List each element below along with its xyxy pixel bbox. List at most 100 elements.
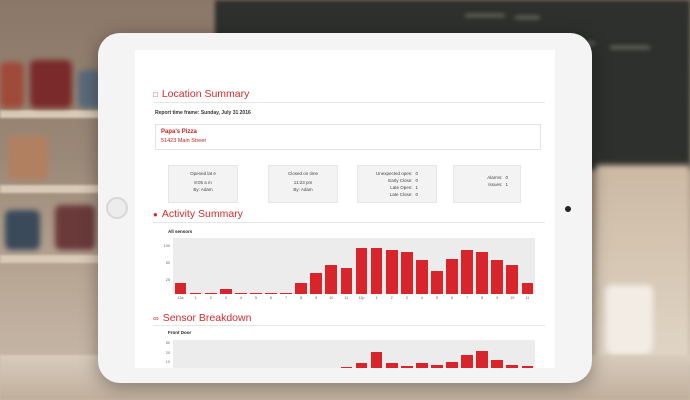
unexpected-stat-row: Unexpected open: 0	[358, 170, 436, 177]
x-tick-label: 11	[525, 296, 530, 300]
chart-bar	[204, 292, 217, 294]
chart-bar	[370, 248, 383, 294]
chart-bar	[476, 252, 489, 294]
alarms-card: Alarms: 0 Issues: 1	[453, 165, 521, 203]
activity-summary-heading: ● Activity Summary	[153, 208, 243, 220]
chart-bar	[415, 260, 428, 294]
location-summary-title: Location Summary	[161, 88, 250, 100]
closed-time: 11:23 pm	[293, 180, 313, 185]
y-tick-label: 50	[165, 341, 170, 346]
chart-bar	[461, 249, 473, 294]
unexpected-stat-value: 1	[415, 185, 419, 190]
unexpected-stat-value: 0	[415, 192, 419, 197]
y-tick-label: 50	[165, 261, 170, 266]
chart-bar	[189, 292, 202, 294]
chart-bar	[385, 363, 398, 368]
x-tick-label: 3	[405, 296, 408, 300]
chart-bar	[506, 265, 519, 294]
chart-bar	[446, 258, 458, 294]
chart-bar	[219, 288, 232, 294]
location-name: Papa's Pizza	[161, 129, 197, 135]
chart-bar	[491, 359, 504, 368]
report-screen: □ Location Summary Report time frame: Su…	[135, 50, 555, 368]
chart-bar	[295, 282, 308, 294]
chart-bar	[385, 249, 398, 294]
closed-card: Closed on time 11:23 pm By: Adam	[268, 165, 338, 203]
chart-bar	[521, 366, 534, 368]
home-button[interactable]	[106, 197, 128, 219]
x-tick-label: 6	[451, 296, 453, 300]
chart-bar	[340, 366, 353, 368]
x-tick-label: 7	[285, 296, 288, 300]
alarm-stat-row: Alarms: 0	[454, 174, 520, 181]
x-tick-label: 2	[209, 296, 212, 300]
x-tick-label: 8	[300, 296, 303, 300]
unexpected-stat-key: Unexpected open:	[375, 171, 413, 176]
alarm-stat-value: 1	[505, 182, 509, 187]
chart-bar	[491, 260, 504, 294]
chart-bar	[174, 282, 187, 294]
y-tick-label: 100	[163, 244, 170, 249]
chart-bar	[431, 365, 443, 368]
opened-label: Opened lat e	[190, 171, 216, 176]
unexpected-card: Unexpected open: 0 Early Close: 0 Late Open:…	[357, 165, 437, 203]
chart-bar	[461, 354, 473, 368]
unexpected-stat-key: Late Close:	[389, 192, 413, 197]
opened-card: Opened lat e 8:05 a m By: Adam	[168, 165, 238, 203]
x-tick-label: 4	[420, 296, 423, 300]
chart-bar	[234, 292, 247, 294]
location-address: 51423 Main Street	[161, 138, 206, 144]
chart-bar	[506, 365, 519, 368]
x-tick-label: 5	[254, 296, 257, 300]
chart-bar	[325, 265, 338, 294]
chart-bar	[355, 363, 368, 368]
closed-by: By: Adam	[293, 187, 313, 192]
chart-bar	[476, 351, 489, 368]
x-tick-label: 3	[224, 296, 227, 300]
divider	[153, 222, 545, 223]
x-tick-label: 7	[466, 296, 469, 300]
alarm-stat-value: 0	[505, 175, 509, 180]
activity-summary-title: Activity Summary	[161, 208, 243, 220]
chart-bar	[415, 363, 428, 368]
unexpected-stat-value: 0	[415, 171, 419, 176]
y-tick-label: 20	[165, 350, 170, 355]
closed-label: Closed on time	[287, 171, 318, 176]
chart-bar	[400, 366, 413, 368]
unexpected-stat-key: Early Close:	[388, 178, 413, 183]
location-summary-heading: □ Location Summary	[153, 88, 249, 100]
opened-time: 8:05 a m	[194, 180, 212, 185]
y-tick-label: 10	[165, 360, 170, 365]
x-tick-label: 1	[375, 296, 378, 300]
divider	[153, 325, 545, 326]
x-tick-label: 1	[194, 296, 197, 300]
chart-bar	[521, 282, 534, 294]
unexpected-stat-row: Late Close: 0	[358, 191, 436, 198]
chart-label-front-door: Front Door	[168, 330, 192, 335]
unexpected-stat-key: Late Open:	[390, 185, 413, 190]
chart-bar	[265, 292, 277, 294]
x-tick-label: 10	[329, 296, 334, 300]
chart-bar	[340, 268, 353, 294]
x-tick-label: 5	[435, 296, 438, 300]
chart-label-all-sensors: All sensors	[168, 229, 193, 234]
chart-bar	[280, 292, 292, 294]
chart-bar	[431, 270, 443, 294]
sensor-breakdown-title: Sensor Breakdown	[162, 312, 252, 324]
location-card: Papa's Pizza 51423 Main Street	[155, 124, 541, 150]
x-tick-label: 9	[496, 296, 499, 300]
x-tick-label: 2	[390, 296, 393, 300]
alarm-stat-key: Issues:	[488, 182, 503, 187]
x-tick-label: 12a	[177, 296, 184, 300]
chart-bar	[370, 352, 383, 368]
chart-bar	[446, 362, 458, 368]
report-time-frame: Report time frame: Sunday, July 31 2016	[155, 110, 251, 116]
pin-icon: ●	[153, 209, 158, 219]
x-tick-label: 12p	[358, 296, 365, 300]
opened-by: By: Adam	[193, 187, 213, 192]
divider	[153, 102, 545, 103]
building-icon: □	[153, 89, 158, 99]
x-tick-label: 11	[344, 296, 349, 300]
alarm-stat-row: Issues: 1	[454, 181, 520, 188]
x-tick-label: 8	[481, 296, 484, 300]
